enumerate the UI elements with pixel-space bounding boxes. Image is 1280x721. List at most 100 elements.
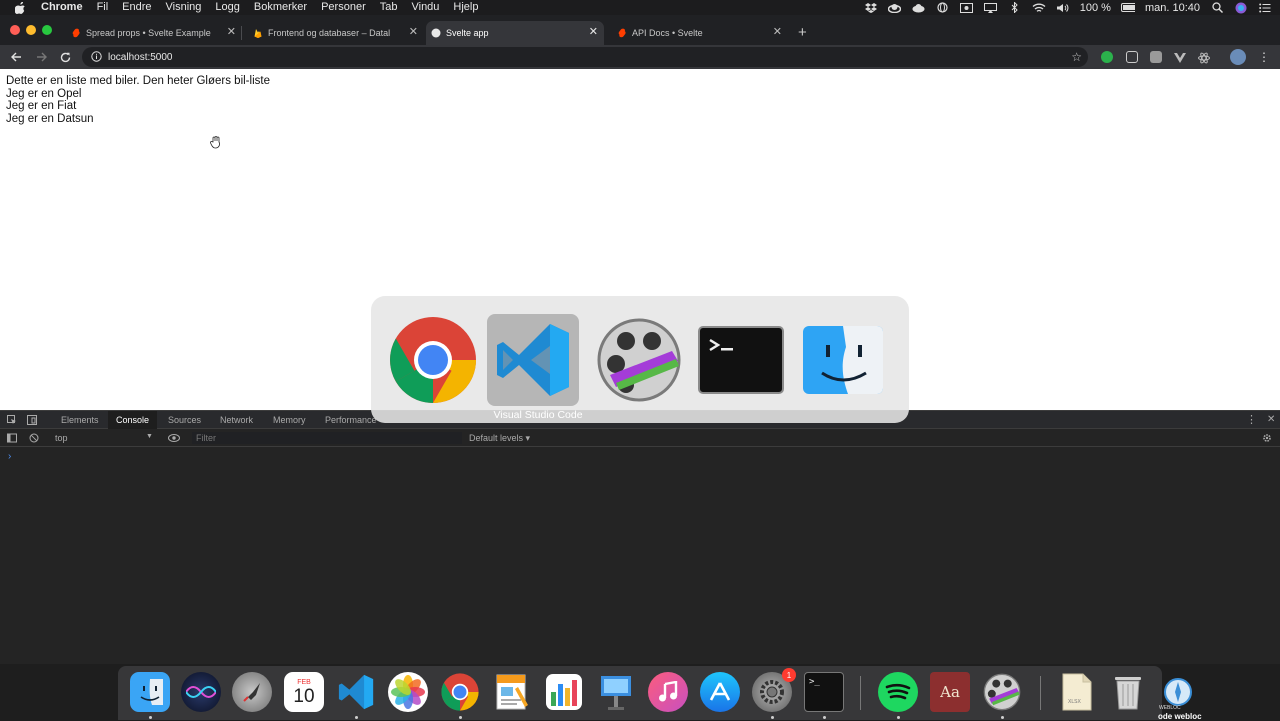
terminal-icon [698,326,784,394]
vscode-icon [497,324,569,396]
switcher-app-vscode[interactable] [487,314,579,406]
console-filter-input[interactable]: Filter [192,432,462,444]
dock-vscode-icon[interactable] [336,672,376,712]
dock-numbers-icon[interactable] [544,672,584,712]
window-minimize-button[interactable] [26,25,36,35]
dock-chrome-icon[interactable] [440,672,480,712]
bookmark-star-icon[interactable]: ☆ [1071,50,1082,64]
svelte-icon [618,28,626,38]
dropbox-icon[interactable] [864,2,878,13]
console-prompt-chevron-icon[interactable]: › [8,451,11,462]
info-icon[interactable] [91,51,102,62]
dock-launchpad-icon[interactable] [232,672,272,712]
dock-finder-icon[interactable] [130,672,170,712]
dock-xlsx-file-icon[interactable]: XLSX [1056,672,1096,712]
menu-bokmerker[interactable]: Bokmerker [254,0,307,15]
menu-endre[interactable]: Endre [122,0,151,15]
camera-extension-icon[interactable] [1150,51,1162,63]
pocket-icon[interactable] [1126,51,1138,63]
reload-icon[interactable] [58,50,72,64]
globe-icon[interactable] [936,2,950,13]
dictionary-glyph: Aa [940,683,960,701]
clear-console-icon[interactable] [29,433,39,443]
dock-calendar-icon[interactable]: FEB 10 [284,672,324,712]
tab-title: Spread props • Svelte Example [86,28,211,38]
bluetooth-icon[interactable] [1008,2,1022,13]
browser-tab-spread-props[interactable]: Spread props • Svelte Example ✕ [66,21,242,45]
notification-center-icon[interactable] [1258,2,1272,13]
macos-menubar: Chrome Fil Endre Visning Logg Bokmerker … [0,0,1280,15]
browser-tab-api-docs[interactable]: API Docs • Svelte ✕ [612,21,788,45]
dock-terminal-icon[interactable]: >_ [804,672,844,712]
live-expression-eye-icon[interactable] [168,433,180,443]
address-bar[interactable]: localhost:5000 ☆ [82,47,1088,67]
device-toolbar-icon[interactable] [27,415,37,425]
dock-spotify-icon[interactable] [878,672,918,712]
menu-logg[interactable]: Logg [215,0,239,15]
browser-tab-svelte-app[interactable]: Svelte app ✕ [426,21,604,45]
forward-arrow-icon[interactable] [34,50,48,64]
tab-close-icon[interactable]: ✕ [773,25,782,38]
spotlight-search-icon[interactable] [1210,2,1224,13]
switcher-app-final-cut[interactable] [593,314,685,406]
menu-vindu[interactable]: Vindu [411,0,439,15]
dock-running-dot [149,716,152,719]
tab-close-icon[interactable]: ✕ [227,25,236,38]
profile-avatar[interactable] [1230,49,1246,65]
devtools-tab-memory[interactable]: Memory [265,411,314,429]
chrome-menu-icon[interactable]: ⋮ [1258,51,1270,63]
cloud-sync-icon[interactable] [912,2,926,13]
menu-app-name[interactable]: Chrome [41,0,83,15]
devtools-close-icon[interactable]: ✕ [1259,411,1280,429]
airplay-icon[interactable] [984,2,998,13]
new-tab-button[interactable]: + [798,24,807,41]
react-devtools-icon[interactable] [1198,51,1210,64]
dock-final-cut-icon[interactable] [982,672,1022,712]
window-close-button[interactable] [10,25,20,35]
apple-icon[interactable] [13,1,27,14]
console-settings-gear-icon[interactable] [1262,433,1272,443]
switcher-app-chrome[interactable] [387,314,479,406]
battery-percent[interactable]: 100 % [1080,2,1111,14]
menu-personer[interactable]: Personer [321,0,366,15]
extension-green-icon[interactable] [1101,51,1113,63]
menu-visning[interactable]: Visning [166,0,202,15]
menubar-clock[interactable]: man. 10:40 [1145,2,1200,14]
devtools-tab-sources[interactable]: Sources [160,411,209,429]
browser-tab-frontend-databaser[interactable]: Frontend og databaser – Datal ✕ [248,21,424,45]
dock-photos-icon[interactable] [388,672,428,712]
dock-siri-icon[interactable] [181,672,221,712]
dock-itunes-icon[interactable] [648,672,688,712]
context-selector[interactable]: top [55,433,68,443]
tab-close-icon[interactable]: ✕ [589,25,598,38]
dock-pages-icon[interactable] [492,672,532,712]
screen-record-icon[interactable] [960,2,974,13]
volume-icon[interactable] [1056,2,1070,13]
battery-icon[interactable] [1120,2,1135,13]
window-zoom-button[interactable] [42,25,52,35]
menu-hjelp[interactable]: Hjelp [453,0,478,15]
dock-app-store-icon[interactable] [700,672,740,712]
context-dropdown-icon[interactable]: ▼ [146,433,153,440]
creative-cloud-icon[interactable] [888,2,902,13]
dock-webloc-file-icon[interactable]: WEBLOC [1158,672,1198,712]
switcher-app-finder[interactable] [797,314,889,406]
vue-devtools-icon[interactable] [1174,51,1186,63]
menu-fil[interactable]: Fil [97,0,109,15]
inspect-element-icon[interactable] [7,415,17,425]
tab-close-icon[interactable]: ✕ [409,25,418,38]
dock-keynote-icon[interactable] [596,672,636,712]
log-levels-dropdown[interactable]: Default levels ▾ [469,433,530,444]
console-sidebar-icon[interactable] [7,433,17,443]
back-arrow-icon[interactable] [9,50,23,64]
devtools-tab-network[interactable]: Network [212,411,261,429]
dock-dictionary-icon[interactable]: Aa [930,672,970,712]
devtools-tab-console[interactable]: Console [108,411,158,429]
dock-trash-icon[interactable] [1108,672,1148,712]
switcher-app-terminal[interactable] [695,314,787,406]
menu-tab[interactable]: Tab [380,0,398,15]
wifi-icon[interactable] [1032,2,1046,13]
devtools-tab-elements[interactable]: Elements [53,411,107,429]
siri-icon[interactable] [1234,2,1248,13]
dock-system-preferences-icon[interactable]: 1 [752,668,796,712]
